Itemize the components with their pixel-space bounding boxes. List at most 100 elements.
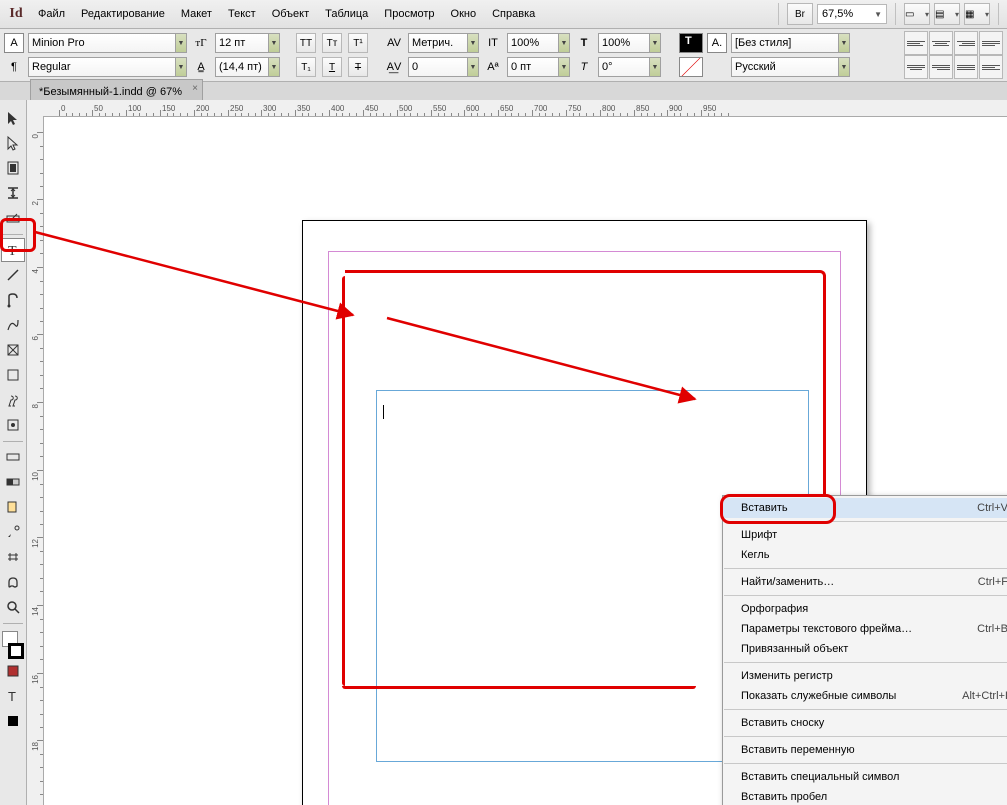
ctx-параметры-текстового-фрейма-[interactable]: Параметры текстового фрейма…Ctrl+B — [723, 619, 1007, 639]
horizontal-ruler[interactable]: 0501001502002503003504004505005506006507… — [43, 100, 1007, 117]
align-right-button[interactable] — [954, 31, 978, 55]
scissors-tool[interactable] — [1, 388, 25, 412]
rectangle-frame-tool[interactable] — [1, 338, 25, 362]
ctx-орфография[interactable]: Орфография▶ — [723, 599, 1007, 619]
default-fill-button[interactable] — [1, 709, 25, 733]
ctx-вставить-пробел[interactable]: Вставить пробел▶ — [723, 787, 1007, 805]
ctx-кегль[interactable]: Кегль▶ — [723, 545, 1007, 565]
vertical-ruler[interactable]: 02468101214161820 — [27, 116, 44, 805]
vscale-field[interactable]: 100% — [598, 33, 650, 53]
ctx-вставить-сноску[interactable]: Вставить сноску — [723, 713, 1007, 733]
gap-tool[interactable] — [1, 181, 25, 205]
page-tool[interactable] — [1, 156, 25, 180]
direct-selection-tool[interactable] — [1, 131, 25, 155]
ctx-найти-заменить-[interactable]: Найти/заменить…Ctrl+F — [723, 572, 1007, 592]
view-options-button[interactable]: ▤▾ — [934, 3, 960, 25]
menu-просмотр[interactable]: Просмотр — [376, 5, 442, 23]
hscale-field[interactable]: 100% — [507, 33, 559, 53]
justify-all-button[interactable] — [954, 55, 978, 79]
selection-tool[interactable] — [1, 106, 25, 130]
bridge-button[interactable]: Br — [787, 3, 813, 25]
ctx-вставить-переменную[interactable]: Вставить переменную▶ — [723, 740, 1007, 760]
fill-swatch[interactable]: T — [679, 33, 703, 53]
stroke-swatch[interactable] — [679, 57, 703, 77]
underline-button[interactable]: T — [322, 57, 342, 77]
ctx-привязанный-объект[interactable]: Привязанный объект▶ — [723, 639, 1007, 659]
eyedropper-tool[interactable] — [1, 520, 25, 544]
justify-center-button[interactable] — [904, 55, 928, 79]
control-panel: A Minion Pro▼ тГ 12 пт▼ TT Tᴛ T¹ AV Метр… — [0, 29, 1007, 82]
ctx-item-label: Изменить регистр — [741, 670, 833, 682]
content-collector-tool[interactable] — [1, 206, 25, 230]
font-size-field[interactable]: 12 пт — [215, 33, 269, 53]
tracking-icon: A͟V — [384, 57, 404, 77]
ruler-origin[interactable] — [27, 100, 44, 117]
menu-таблица[interactable]: Таблица — [317, 5, 376, 23]
para-align-group — [904, 31, 1003, 55]
align-spine-button[interactable] — [979, 55, 1003, 79]
align-center-button[interactable] — [929, 31, 953, 55]
pen-tool[interactable] — [1, 288, 25, 312]
free-transform-tool[interactable] — [1, 413, 25, 437]
menu-редактирование[interactable]: Редактирование — [73, 5, 173, 23]
menu-текст[interactable]: Текст — [220, 5, 264, 23]
tracking-field[interactable]: 0 — [408, 57, 468, 77]
ctx-вставить[interactable]: ВставитьCtrl+V — [723, 498, 1007, 518]
align-left-button[interactable] — [904, 31, 928, 55]
format-container-button[interactable] — [1, 659, 25, 683]
hand-tool[interactable] — [1, 570, 25, 594]
rectangle-tool[interactable] — [1, 363, 25, 387]
para-mode-icon[interactable]: ¶ — [4, 57, 24, 77]
arrange-button[interactable]: ▦▾ — [964, 3, 990, 25]
font-style-field[interactable]: Regular — [28, 57, 176, 77]
kerning-field[interactable]: Метрич. — [408, 33, 468, 53]
menu-объект[interactable]: Объект — [264, 5, 317, 23]
format-text-button[interactable]: T — [1, 684, 25, 708]
subscript-button[interactable]: T₁ — [296, 57, 316, 77]
measure-tool[interactable] — [1, 545, 25, 569]
font-family-field[interactable]: Minion Pro — [28, 33, 176, 53]
zoom-tool[interactable] — [1, 595, 25, 619]
line-tool[interactable] — [1, 263, 25, 287]
ctx-item-label: Орфография — [741, 603, 808, 615]
type-tool[interactable]: T — [1, 238, 25, 262]
zoom-level[interactable]: 67,5%▼ — [817, 4, 887, 24]
pencil-tool[interactable] — [1, 313, 25, 337]
ctx-item-label: Вставить пробел — [741, 791, 827, 803]
workspace: TT 0501001502002503003504004505005506006… — [0, 100, 1007, 805]
screen-mode-button[interactable]: ▭▾ — [904, 3, 930, 25]
justify-right-button[interactable] — [929, 55, 953, 79]
gradient-feather-tool[interactable] — [1, 470, 25, 494]
skew-field[interactable]: 0° — [598, 57, 650, 77]
gradient-swatch-tool[interactable] — [1, 445, 25, 469]
canvas[interactable]: 0501001502002503003504004505005506006507… — [27, 100, 1007, 805]
char-style-field[interactable]: [Без стиля] — [731, 33, 839, 53]
close-icon[interactable]: × — [192, 83, 198, 94]
superscript-button[interactable]: T¹ — [348, 33, 368, 53]
ctx-шрифт[interactable]: Шрифт▶ — [723, 525, 1007, 545]
menu-справка[interactable]: Справка — [484, 5, 543, 23]
baseline-field[interactable]: 0 пт — [507, 57, 559, 77]
menu-файл[interactable]: Файл — [30, 5, 73, 23]
toolbox: TT — [0, 100, 27, 805]
leading-icon: A͇ — [191, 57, 211, 77]
note-tool[interactable] — [1, 495, 25, 519]
leading-field[interactable]: (14,4 пт) — [215, 57, 269, 77]
ctx-item-label: Найти/заменить… — [741, 576, 834, 588]
strike-button[interactable]: T — [348, 57, 368, 77]
justify-left-button[interactable] — [979, 31, 1003, 55]
ctx-вставить-специальный-символ[interactable]: Вставить специальный символ▶ — [723, 767, 1007, 787]
language-field[interactable]: Русский — [731, 57, 839, 77]
ctx-показать-служебные-символы[interactable]: Показать служебные символыAlt+Ctrl+I — [723, 686, 1007, 706]
menu-окно[interactable]: Окно — [443, 5, 485, 23]
menu-макет[interactable]: Макет — [173, 5, 220, 23]
ctx-изменить-регистр[interactable]: Изменить регистр▶ — [723, 666, 1007, 686]
allcaps-button[interactable]: TT — [296, 33, 316, 53]
ctx-item-label: Вставить — [741, 502, 788, 514]
hscale-icon: IT — [483, 33, 503, 53]
fill-stroke-proxy[interactable] — [2, 631, 24, 659]
app-logo: Id — [4, 4, 28, 24]
char-mode-icon[interactable]: A — [4, 33, 24, 53]
font-family-dropdown[interactable]: ▼ — [176, 33, 187, 53]
smallcaps-button[interactable]: Tᴛ — [322, 33, 342, 53]
